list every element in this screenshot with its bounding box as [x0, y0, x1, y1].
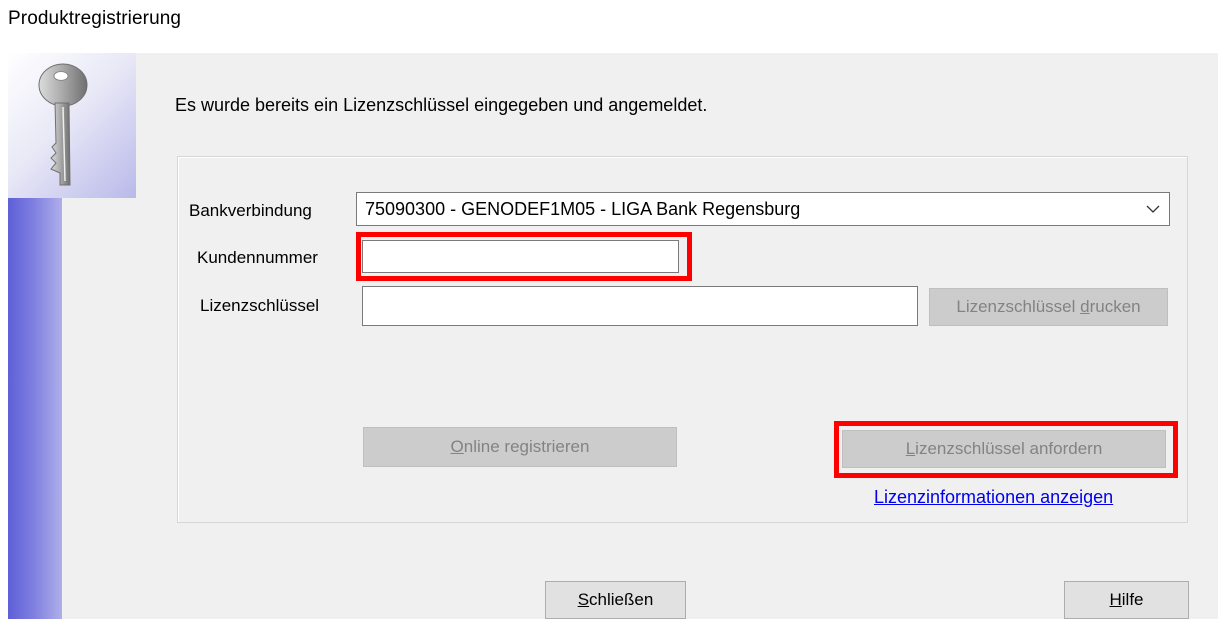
print-license-key-label-suffix: rucken [1089, 297, 1141, 316]
window-title: Produktregistrierung [8, 8, 182, 29]
bank-connection-label: Bankverbindung [189, 201, 312, 220]
print-license-key-button[interactable]: Lizenzschlüssel drucken [929, 288, 1168, 326]
license-key-input[interactable] [362, 286, 918, 326]
print-license-key-label-prefix: Lizenzschlüssel [956, 297, 1081, 316]
key-icon-tile [8, 53, 136, 198]
print-license-key-mnemonic: d [1080, 297, 1090, 316]
request-license-key-mnemonic: L [905, 439, 916, 458]
bank-connection-value: 75090300 - GENODEF1M05 - LIGA Bank Regen… [365, 199, 801, 219]
close-mnemonic: S [577, 590, 590, 609]
online-register-label-suffix: nline registrieren [463, 437, 590, 456]
customer-number-label: Kundennummer [197, 248, 318, 267]
request-license-key-button[interactable]: Lizenzschlüssel anfordern [842, 430, 1166, 468]
help-label-suffix: ilfe [1121, 590, 1144, 609]
customer-number-input[interactable] [362, 240, 679, 273]
online-register-button[interactable]: Online registrieren [363, 427, 677, 467]
help-button[interactable]: Hilfe [1064, 581, 1189, 619]
request-license-key-label-suffix: izenzschlüssel anfordern [915, 439, 1103, 458]
license-key-label: Lizenzschlüssel [200, 296, 320, 315]
page: Produktregistrierung Es wurde bereits ei… [0, 0, 1218, 619]
key-icon [38, 63, 88, 186]
chevron-down-icon [1146, 205, 1160, 213]
online-register-mnemonic: O [450, 437, 464, 456]
bank-connection-dropdown[interactable]: 75090300 - GENODEF1M05 - LIGA Bank Regen… [356, 192, 1170, 226]
help-mnemonic: H [1109, 590, 1122, 609]
close-label-suffix: chließen [589, 590, 654, 609]
info-message: Es wurde bereits ein Lizenzschlüssel ein… [175, 95, 708, 115]
close-button[interactable]: Schließen [545, 581, 686, 619]
license-info-link[interactable]: Lizenzinformationen anzeigen [874, 487, 1113, 508]
